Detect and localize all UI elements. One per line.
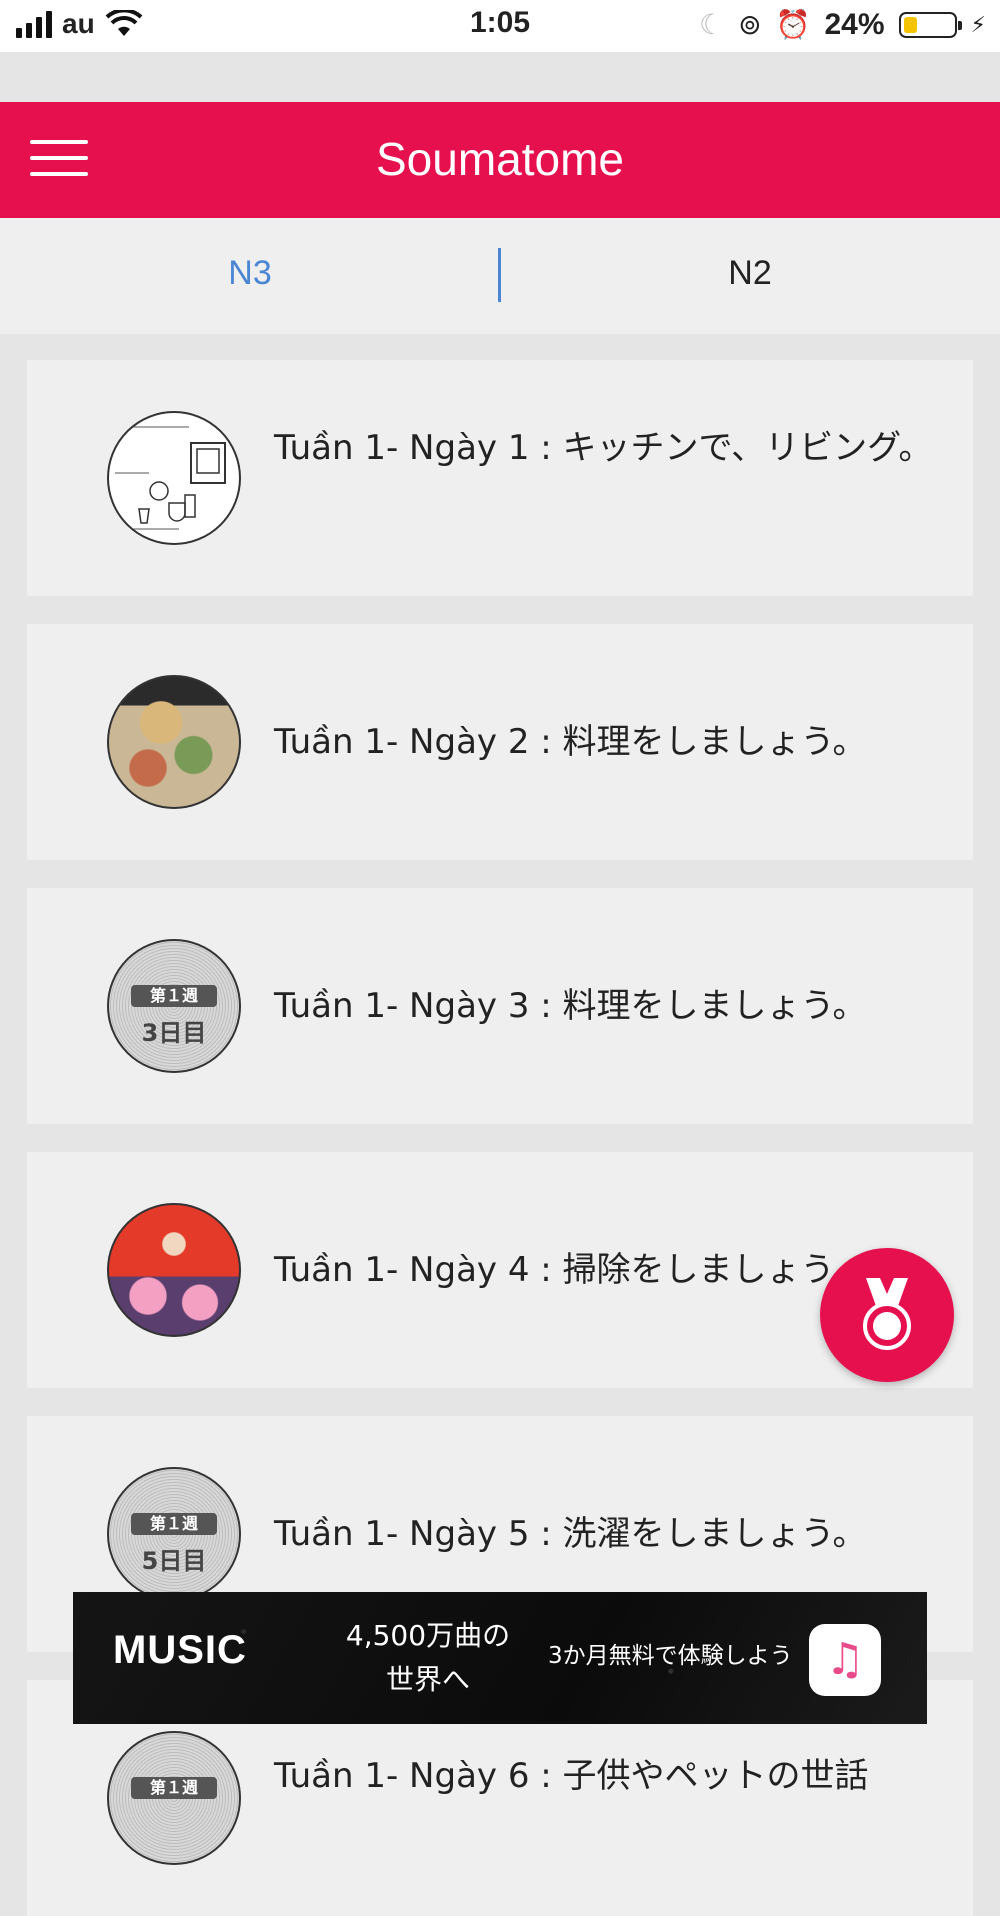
ad-brand: MUSIC bbox=[113, 1628, 247, 1673]
badge-week-label: 第１週 bbox=[131, 1777, 217, 1799]
moon-icon: ☾ bbox=[699, 8, 725, 41]
badge-week-label: 第１週 bbox=[131, 1513, 217, 1535]
top-spacer bbox=[0, 52, 1000, 102]
lesson-title: Tuần 1- Ngày 3 : 料理をしましょう。 bbox=[274, 986, 867, 1026]
app-title: Soumatome bbox=[375, 133, 624, 185]
lesson-title: Tuần 1- Ngày 2 : 料理をしましょう。 bbox=[274, 722, 867, 762]
music-note-icon: ♫ bbox=[809, 1624, 881, 1696]
medal-icon bbox=[863, 1278, 911, 1350]
badge-week-label: 第１週 bbox=[131, 985, 217, 1007]
lesson-title: Tuần 1- Ngày 6 : 子供やペットの世話 bbox=[274, 1756, 869, 1796]
status-right: ☾ ⊚ ⏰ 24% ⚡ bbox=[699, 8, 986, 42]
kitchen-illustration-icon bbox=[115, 426, 226, 530]
charging-icon: ⚡ bbox=[970, 12, 986, 38]
lesson-card[interactable]: Tuần 1- Ngày 1 : キッチンで、リビング。 bbox=[27, 360, 973, 596]
food-thumbnail bbox=[107, 675, 241, 809]
tab-n3[interactable]: N3 bbox=[0, 218, 500, 334]
battery-percent: 24% bbox=[824, 8, 885, 41]
orientation-lock-icon: ⊚ bbox=[738, 8, 762, 41]
battery-icon bbox=[898, 12, 962, 38]
ad-cta: 3か月無料で体験しよう bbox=[548, 1643, 793, 1669]
tab-n2[interactable]: N2 bbox=[500, 218, 1000, 334]
ad-brand-label: MUSIC bbox=[113, 1628, 247, 1672]
week-day-badge-thumbnail: 第１週 3日目 bbox=[107, 939, 241, 1073]
week-day-badge-thumbnail: 第１週 5日目 bbox=[107, 1467, 241, 1601]
achievements-button[interactable] bbox=[820, 1248, 954, 1382]
level-tabs: N3 N2 bbox=[0, 218, 1000, 334]
lesson-card[interactable]: Tuần 1- Ngày 2 : 料理をしましょう。 bbox=[27, 624, 973, 860]
badge-day-label: 5日目 bbox=[141, 1547, 207, 1575]
lesson-title: Tuần 1- Ngày 1 : キッチンで、リビング。 bbox=[274, 428, 933, 468]
alarm-icon: ⏰ bbox=[775, 8, 811, 41]
ad-headline: 4,500万曲の世界へ bbox=[345, 1619, 511, 1696]
kitchen-thumbnail bbox=[107, 411, 241, 545]
lesson-title: Tuần 1- Ngày 5 : 洗濯をしましょう。 bbox=[274, 1514, 867, 1554]
lesson-card[interactable]: 第１週 3日目 Tuần 1- Ngày 3 : 料理をしましょう。 bbox=[27, 888, 973, 1124]
week-day-badge-thumbnail: 第１週 bbox=[107, 1731, 241, 1865]
ad-banner[interactable]: MUSIC 4,500万曲の世界へ 3か月無料で体験しよう ♫ bbox=[73, 1592, 927, 1724]
app-header: Soumatome bbox=[0, 102, 1000, 218]
status-bar: au 1:05 ☾ ⊚ ⏰ 24% ⚡ bbox=[0, 0, 1000, 52]
badge-day-label: 3日目 bbox=[141, 1019, 207, 1047]
doll-thumbnail bbox=[107, 1203, 241, 1337]
